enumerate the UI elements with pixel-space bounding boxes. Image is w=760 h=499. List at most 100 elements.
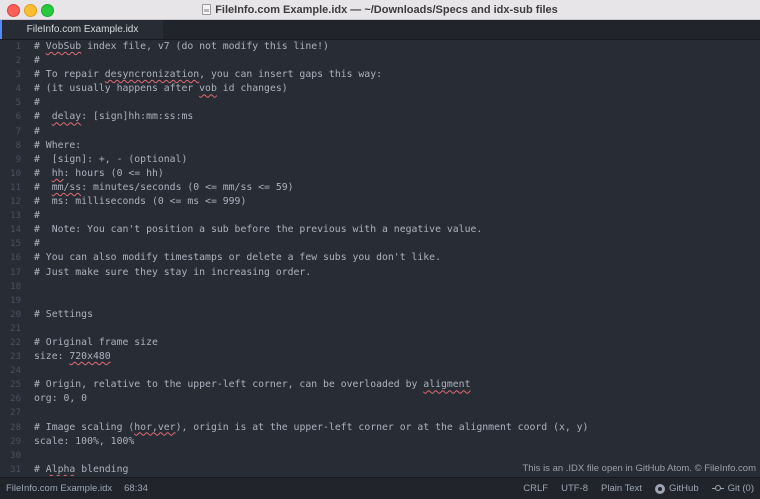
line-number: 2 bbox=[15, 56, 21, 67]
line-number: 16 bbox=[10, 253, 21, 264]
line-number: 14 bbox=[10, 225, 21, 236]
code-line[interactable]: 8 # Where: bbox=[0, 139, 760, 153]
code-line[interactable]: 27 bbox=[0, 406, 760, 420]
code-text: # hh: hours (0 <= hh) bbox=[34, 167, 164, 179]
window-title-group: FileInfo.com Example.idx — ~/Downloads/S… bbox=[0, 0, 760, 19]
line-number: 25 bbox=[10, 380, 21, 391]
spelling-error-mark: desyncronization bbox=[104, 69, 200, 81]
code-text: # Origin, relative to the upper-left cor… bbox=[34, 379, 471, 391]
code-line[interactable]: 15 # bbox=[0, 237, 760, 251]
git-commit-icon bbox=[711, 484, 724, 494]
code-text: # Just make sure they stay in increasing… bbox=[34, 266, 312, 278]
status-github-button[interactable]: GitHub bbox=[655, 483, 699, 494]
code-line[interactable]: 7 # bbox=[0, 125, 760, 139]
text-editor[interactable]: 1 # VobSub index file, v7 (do not modify … bbox=[0, 40, 760, 476]
code-line[interactable]: 6 # delay: [sign]hh:mm:ss:ms bbox=[0, 110, 760, 124]
spelling-error-mark: mm/ss bbox=[51, 181, 82, 193]
code-line[interactable]: 14 # Note: You can't position a sub befor… bbox=[0, 223, 760, 237]
code-line[interactable]: 28 # Image scaling (hor,ver), origin is a… bbox=[0, 421, 760, 435]
code-line[interactable]: 12 # ms: milliseconds (0 <= ms <= 999) bbox=[0, 195, 760, 209]
status-git-button[interactable]: Git (0) bbox=[711, 483, 754, 494]
code-text: # Settings bbox=[34, 308, 93, 320]
code-line[interactable]: 20 # Settings bbox=[0, 308, 760, 322]
spelling-error-mark: vob bbox=[199, 83, 217, 95]
line-number: 24 bbox=[10, 366, 21, 377]
status-grammar[interactable]: Plain Text bbox=[601, 483, 642, 494]
code-text: # (it usually happens after vob id chang… bbox=[34, 83, 288, 95]
code-text: # bbox=[34, 210, 40, 222]
line-number: 22 bbox=[10, 337, 21, 348]
status-bar-left: FileInfo.com Example.idx 68:34 bbox=[6, 478, 148, 499]
spelling-error-mark: aligment bbox=[423, 379, 471, 391]
code-text: org: 0, 0 bbox=[34, 393, 88, 405]
code-line[interactable]: 2 # bbox=[0, 54, 760, 68]
line-number: 1 bbox=[15, 42, 21, 52]
line-number: 27 bbox=[10, 408, 21, 419]
tab-label: FileInfo.com Example.idx bbox=[26, 24, 139, 35]
code-line[interactable]: 26 org: 0, 0 bbox=[0, 392, 760, 406]
status-bar-right: CRLF UTF-8 Plain Text GitHub Git (0) bbox=[523, 478, 754, 499]
status-file-name[interactable]: FileInfo.com Example.idx bbox=[6, 483, 112, 494]
code-text: scale: 100%, 100% bbox=[34, 435, 135, 447]
code-text: # VobSub index file, v7 (do not modify t… bbox=[34, 41, 329, 52]
window-title: FileInfo.com Example.idx — ~/Downloads/S… bbox=[215, 3, 558, 16]
code-line[interactable]: 11 # mm/ss: minutes/seconds (0 <= mm/ss <… bbox=[0, 181, 760, 195]
tab-fileinfo-example[interactable]: FileInfo.com Example.idx bbox=[0, 20, 163, 39]
status-cursor-position[interactable]: 68:34 bbox=[124, 483, 148, 494]
code-line[interactable]: 4 # (it usually happens after vob id chan… bbox=[0, 82, 760, 96]
code-text: # Alpha blending bbox=[34, 463, 129, 475]
code-text: # bbox=[34, 238, 40, 250]
spelling-error-mark: 720x480 bbox=[69, 351, 111, 363]
status-line-ending[interactable]: CRLF bbox=[523, 483, 548, 494]
code-line[interactable]: 22 # Original frame size bbox=[0, 336, 760, 350]
code-text: # To repair desyncronization, you can in… bbox=[34, 69, 383, 81]
line-number: 12 bbox=[10, 197, 21, 208]
code-text: # Where: bbox=[34, 139, 82, 151]
code-line[interactable]: 25 # Origin, relative to the upper-left c… bbox=[0, 378, 760, 392]
code-line[interactable]: 17 # Just make sure they stay in increasi… bbox=[0, 266, 760, 280]
line-number: 19 bbox=[10, 295, 21, 306]
code-line[interactable]: 1 # VobSub index file, v7 (do not modify … bbox=[0, 40, 760, 54]
line-number: 13 bbox=[10, 211, 21, 222]
code-text: # Original frame size bbox=[34, 336, 158, 348]
line-number: 30 bbox=[10, 450, 21, 461]
code-text: # ms: milliseconds (0 <= ms <= 999) bbox=[34, 196, 247, 208]
code-line[interactable]: 10 # hh: hours (0 <= hh) bbox=[0, 167, 760, 181]
line-number: 28 bbox=[10, 422, 21, 433]
code-text: # bbox=[34, 55, 40, 67]
atom-window: FileInfo.com Example.idx — ~/Downloads/S… bbox=[0, 0, 760, 499]
watermark-caption: This is an .IDX file open in GitHub Atom… bbox=[522, 463, 756, 474]
code-line[interactable]: 5 # bbox=[0, 96, 760, 110]
line-number: 4 bbox=[15, 84, 21, 95]
code-text: # delay: [sign]hh:mm:ss:ms bbox=[34, 111, 194, 123]
status-encoding[interactable]: UTF-8 bbox=[561, 483, 588, 494]
code-line[interactable]: 16 # You can also modify timestamps or de… bbox=[0, 251, 760, 265]
status-github-label: GitHub bbox=[669, 483, 699, 494]
spelling-error-mark: VobSub bbox=[45, 41, 82, 52]
line-number: 7 bbox=[15, 126, 21, 137]
code-line[interactable]: 19 bbox=[0, 294, 760, 308]
line-number: 21 bbox=[10, 323, 21, 334]
code-line[interactable]: 29 scale: 100%, 100% bbox=[0, 435, 760, 449]
code-text: # Note: You can't position a sub before … bbox=[34, 224, 483, 236]
status-git-label: Git (0) bbox=[727, 483, 754, 494]
status-bar: FileInfo.com Example.idx 68:34 CRLF UTF-… bbox=[0, 477, 760, 499]
code-line[interactable]: 30 bbox=[0, 449, 760, 463]
github-icon bbox=[655, 483, 666, 494]
code-line[interactable]: 23 size: 720x480 bbox=[0, 350, 760, 364]
spelling-error-mark: Alpha bbox=[45, 463, 76, 475]
editor-lines: 1 # VobSub index file, v7 (do not modify … bbox=[0, 40, 760, 476]
line-number: 23 bbox=[10, 352, 21, 363]
code-line[interactable]: 3 # To repair desyncronization, you can i… bbox=[0, 68, 760, 82]
code-text: size: 720x480 bbox=[34, 351, 111, 363]
code-line[interactable]: 24 bbox=[0, 364, 760, 378]
code-line[interactable]: 18 bbox=[0, 280, 760, 294]
code-line[interactable]: 21 bbox=[0, 322, 760, 336]
line-number: 20 bbox=[10, 309, 21, 320]
line-number: 18 bbox=[10, 281, 21, 292]
document-icon bbox=[202, 4, 212, 15]
tab-bar: FileInfo.com Example.idx bbox=[0, 20, 760, 40]
code-line[interactable]: 13 # bbox=[0, 209, 760, 223]
line-number: 9 bbox=[15, 154, 21, 165]
code-line[interactable]: 9 # [sign]: +, - (optional) bbox=[0, 153, 760, 167]
